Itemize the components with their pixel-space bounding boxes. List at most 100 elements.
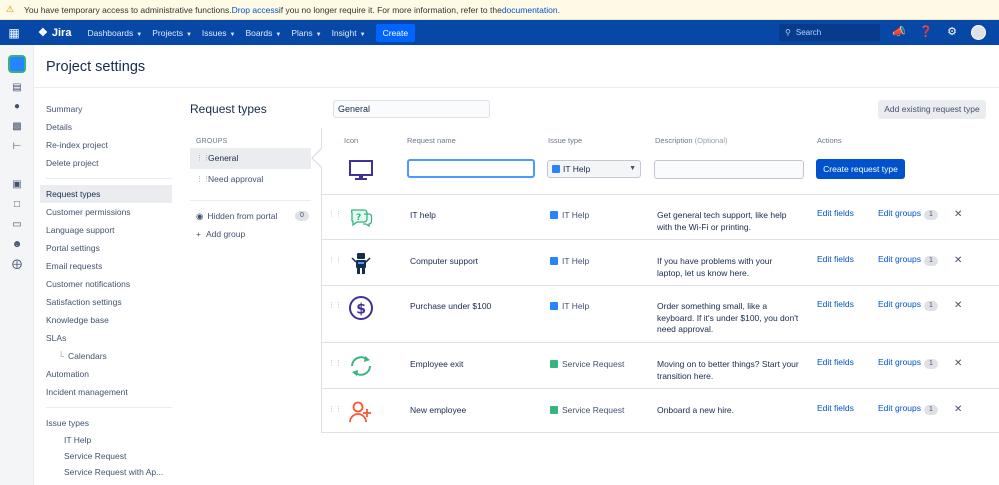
nav-plans-label: Plans [291, 27, 313, 38]
drag-handle-icon[interactable]: ⋮⋮ [328, 210, 342, 218]
nav-reindex-project[interactable]: Re-index project [40, 136, 172, 154]
nav-issue-type-service-request[interactable]: Service Request [40, 448, 172, 464]
edit-groups-link[interactable]: Edit groups 1 [878, 254, 938, 266]
remove-icon[interactable]: ✕ [954, 255, 962, 266]
edit-fields-link[interactable]: Edit fields [817, 299, 854, 309]
group-need-approval-label: Need approval [208, 174, 264, 184]
chat-question-icon[interactable]: ? [348, 204, 374, 230]
remove-icon[interactable]: ✕ [954, 404, 962, 415]
compass-icon[interactable]: ⨁ [10, 259, 24, 271]
nav-issues[interactable]: Issues ▼ [202, 28, 236, 38]
settings-gear-icon[interactable]: ⚙ [944, 24, 960, 40]
computer-monitor-icon[interactable] [348, 159, 374, 181]
request-name: Computer support [410, 256, 479, 266]
nav-projects[interactable]: Projects ▼ [152, 28, 192, 38]
drag-handle-icon[interactable]: ⋮⋮ [328, 405, 342, 413]
add-group-button[interactable]: + Add group [190, 225, 311, 243]
drop-access-link[interactable]: Drop access [232, 5, 279, 15]
banner-text-after: . [557, 4, 560, 15]
group-item-general[interactable]: ⋮⋮ General [190, 148, 311, 169]
group-item-need-approval[interactable]: ⋮⋮ Need approval [190, 169, 311, 190]
edit-fields-link[interactable]: Edit fields [817, 254, 854, 264]
create-button[interactable]: Create [375, 23, 416, 42]
nav-summary[interactable]: Summary [40, 100, 172, 118]
nav-customer-notifications[interactable]: Customer notifications [40, 275, 172, 293]
add-people-icon[interactable]: ☻ [10, 239, 24, 251]
nav-incident-management[interactable]: Incident management [40, 383, 172, 401]
drag-handle-icon[interactable]: ⋮⋮ [328, 359, 342, 367]
nav-insight[interactable]: Insight ▼ [332, 28, 366, 38]
nav-dashboards[interactable]: Dashboards ▼ [87, 28, 142, 38]
issue-type-cell: Service Request [550, 405, 624, 415]
remove-icon[interactable]: ✕ [954, 209, 962, 220]
queues-icon[interactable]: ▤ [10, 82, 24, 94]
project-avatar[interactable] [8, 55, 26, 73]
nav-language-support[interactable]: Language support [40, 221, 172, 239]
issue-type-cell: IT Help [550, 301, 589, 311]
dollar-icon[interactable]: $ [348, 295, 374, 321]
request-name-input[interactable] [407, 159, 535, 178]
nav-automation[interactable]: Automation [40, 365, 172, 383]
create-request-type-button[interactable]: Create request type [816, 159, 905, 179]
drag-handle-icon[interactable]: ⋮⋮ [328, 301, 342, 309]
nav-satisfaction-settings[interactable]: Satisfaction settings [40, 293, 172, 311]
plus-icon: + [196, 229, 201, 239]
description-input[interactable] [654, 160, 804, 179]
chevron-down-icon: ▼ [315, 31, 322, 38]
jira-logo[interactable]: ❖ Jira [38, 26, 71, 40]
nav-delete-project[interactable]: Delete project [40, 154, 172, 172]
robot-icon[interactable] [348, 250, 374, 276]
group-name-input[interactable]: General [333, 100, 490, 118]
drag-handle-icon[interactable]: ⋮⋮ [328, 256, 342, 264]
edit-fields-link[interactable]: Edit fields [817, 208, 854, 218]
customers-icon[interactable]: ● [10, 101, 24, 113]
edit-groups-label: Edit groups [878, 403, 921, 413]
edit-fields-link[interactable]: Edit fields [817, 403, 854, 413]
monitor-icon[interactable]: ▭ [10, 219, 24, 231]
add-person-icon[interactable] [348, 399, 374, 425]
raise-request-icon[interactable]: ▣ [10, 179, 24, 191]
remove-icon[interactable]: ✕ [954, 358, 962, 369]
nav-issue-type-service-request-approvals[interactable]: Service Request with Ap... [40, 464, 172, 480]
nav-portal-settings[interactable]: Portal settings [40, 239, 172, 257]
nav-calendars[interactable]: └ Calendars [40, 347, 172, 365]
documentation-link[interactable]: documentation [502, 5, 558, 15]
nav-calendars-label: Calendars [68, 351, 107, 361]
issue-type-select[interactable]: IT Help ▼ [547, 160, 641, 178]
user-avatar[interactable] [971, 25, 986, 40]
workflow-icon[interactable]: ⊢ [10, 141, 24, 153]
edit-groups-link[interactable]: Edit groups 1 [878, 357, 938, 369]
refresh-arrows-icon[interactable] [348, 353, 374, 379]
edit-fields-link[interactable]: Edit fields [817, 357, 854, 367]
add-existing-request-type-button[interactable]: Add existing request type [878, 100, 986, 119]
column-header-description-optional: (Optional) [694, 136, 728, 145]
search-icon: ⚲ [785, 28, 791, 37]
nav-boards[interactable]: Boards ▼ [245, 28, 281, 38]
reports-icon[interactable]: ▩ [10, 121, 24, 133]
app-switcher-icon[interactable]: ▦ [0, 26, 28, 40]
search-input[interactable]: ⚲ Search [779, 24, 880, 41]
nav-details[interactable]: Details [40, 118, 172, 136]
column-header-description-label: Description [655, 136, 693, 145]
drag-handle-icon[interactable]: ⋮⋮ [196, 148, 210, 169]
nav-customer-permissions[interactable]: Customer permissions [40, 203, 172, 221]
drag-handle-icon[interactable]: ⋮⋮ [196, 169, 210, 190]
nav-request-types[interactable]: Request types [40, 185, 172, 203]
nav-slas[interactable]: SLAs [40, 329, 172, 347]
remove-icon[interactable]: ✕ [954, 300, 962, 311]
nav-knowledge-base[interactable]: Knowledge base [40, 311, 172, 329]
help-icon[interactable]: ❓ [918, 24, 934, 40]
edit-groups-link[interactable]: Edit groups 1 [878, 208, 938, 220]
nav-plans[interactable]: Plans ▼ [291, 28, 321, 38]
nav-issue-type-it-help[interactable]: IT Help [40, 432, 172, 448]
edit-groups-label: Edit groups [878, 208, 921, 218]
document-icon[interactable]: □ [10, 199, 24, 211]
edit-groups-link[interactable]: Edit groups 1 [878, 403, 938, 415]
edit-groups-link[interactable]: Edit groups 1 [878, 299, 938, 311]
nav-issues-label: Issues [201, 27, 227, 38]
selected-group-pointer-inner [313, 149, 322, 167]
hidden-from-portal[interactable]: ◉ Hidden from portal 0 [190, 207, 311, 225]
nav-email-requests[interactable]: Email requests [40, 257, 172, 275]
nav-issue-types[interactable]: Issue types [40, 414, 172, 432]
announcement-icon[interactable]: 📣 [891, 24, 907, 40]
